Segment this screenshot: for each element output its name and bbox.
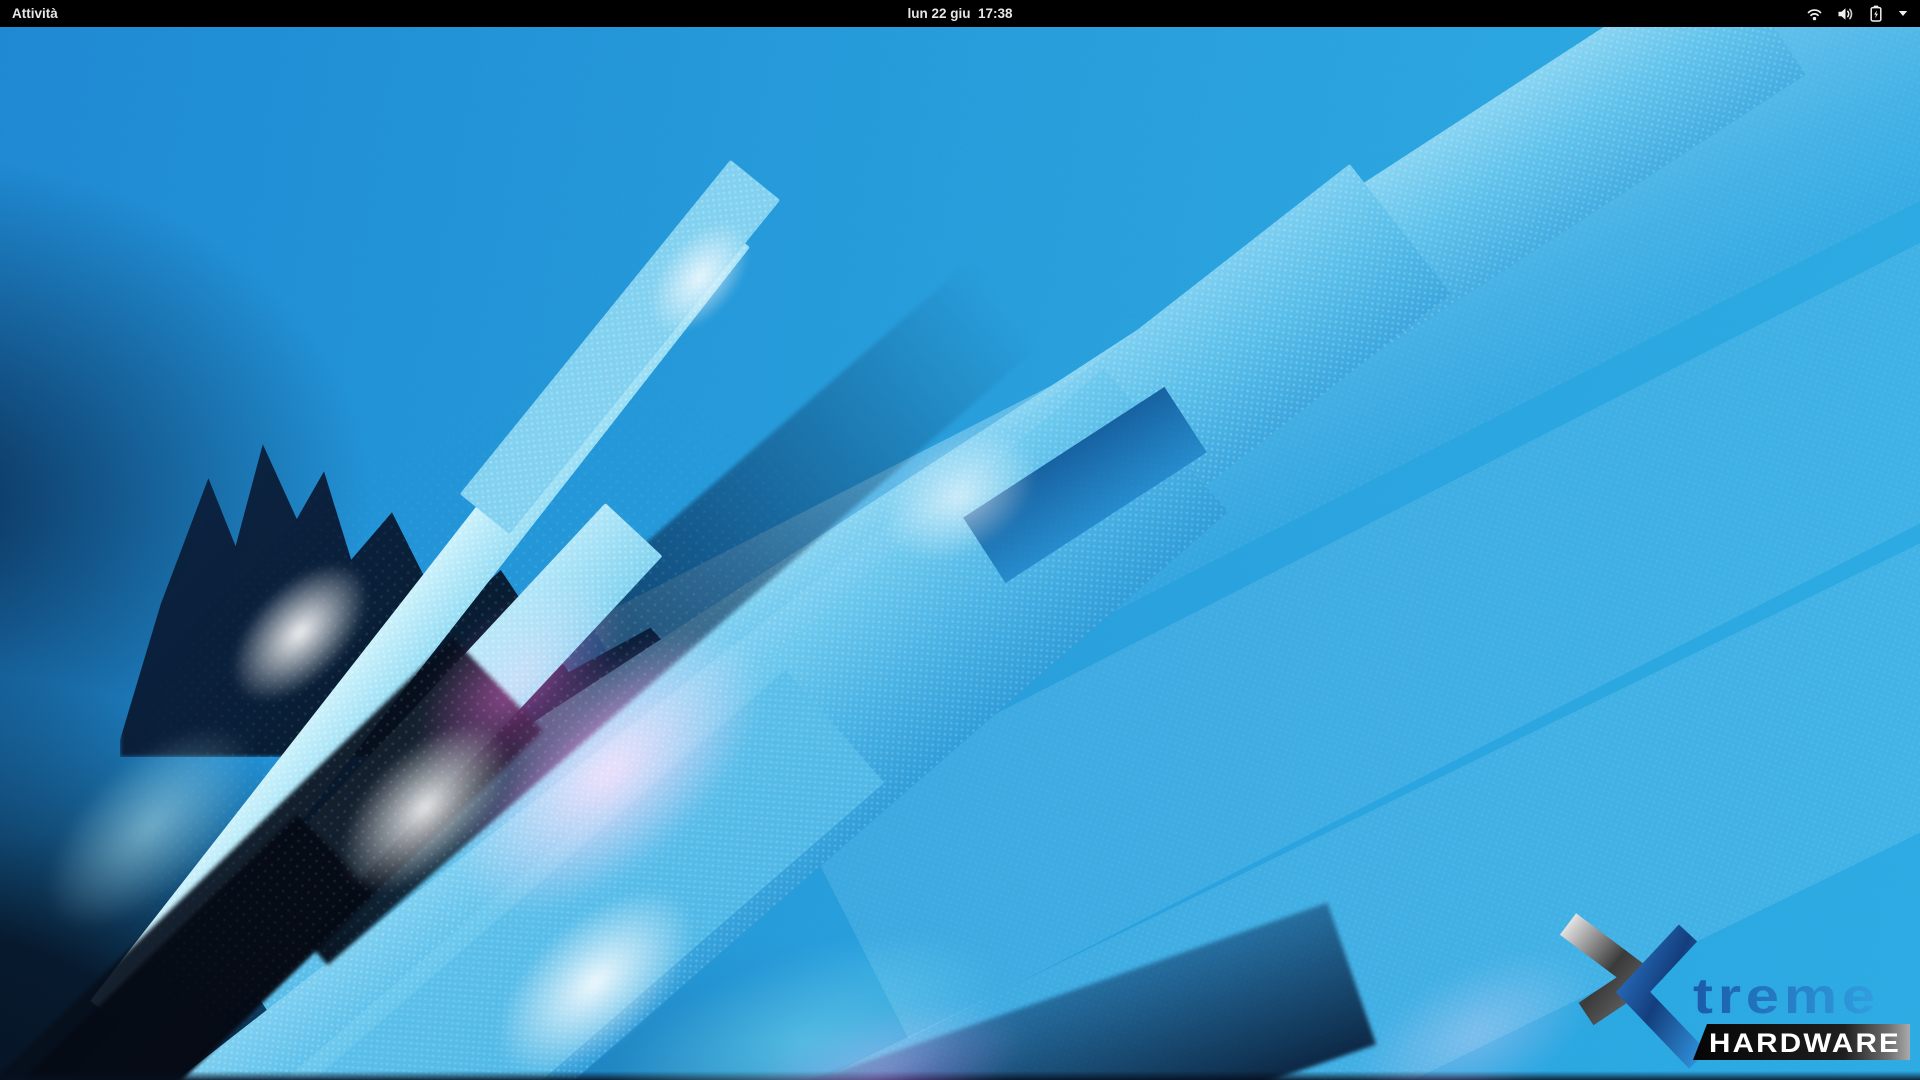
battery-charging-icon (1868, 5, 1884, 22)
logo-brand-text: treme (1693, 968, 1880, 1024)
gnome-top-bar: Attività lun 22 giu 17:38 (0, 0, 1920, 27)
logo-bar (1693, 1024, 1910, 1060)
wallpaper-halftone-texture (0, 216, 1010, 1080)
wallpaper[interactable]: treme HARDWARE (0, 27, 1920, 1080)
volume-high-icon (1837, 6, 1854, 22)
desktop-screen: treme HARDWARE Attività lun 22 giu 17:38 (0, 0, 1920, 1080)
wifi-icon (1806, 6, 1823, 22)
clock-button[interactable]: lun 22 giu 17:38 (0, 0, 1920, 27)
chevron-down-icon (1898, 10, 1908, 17)
system-status-area[interactable] (1794, 0, 1920, 27)
logo-brand-subtext: HARDWARE (1709, 1028, 1901, 1058)
